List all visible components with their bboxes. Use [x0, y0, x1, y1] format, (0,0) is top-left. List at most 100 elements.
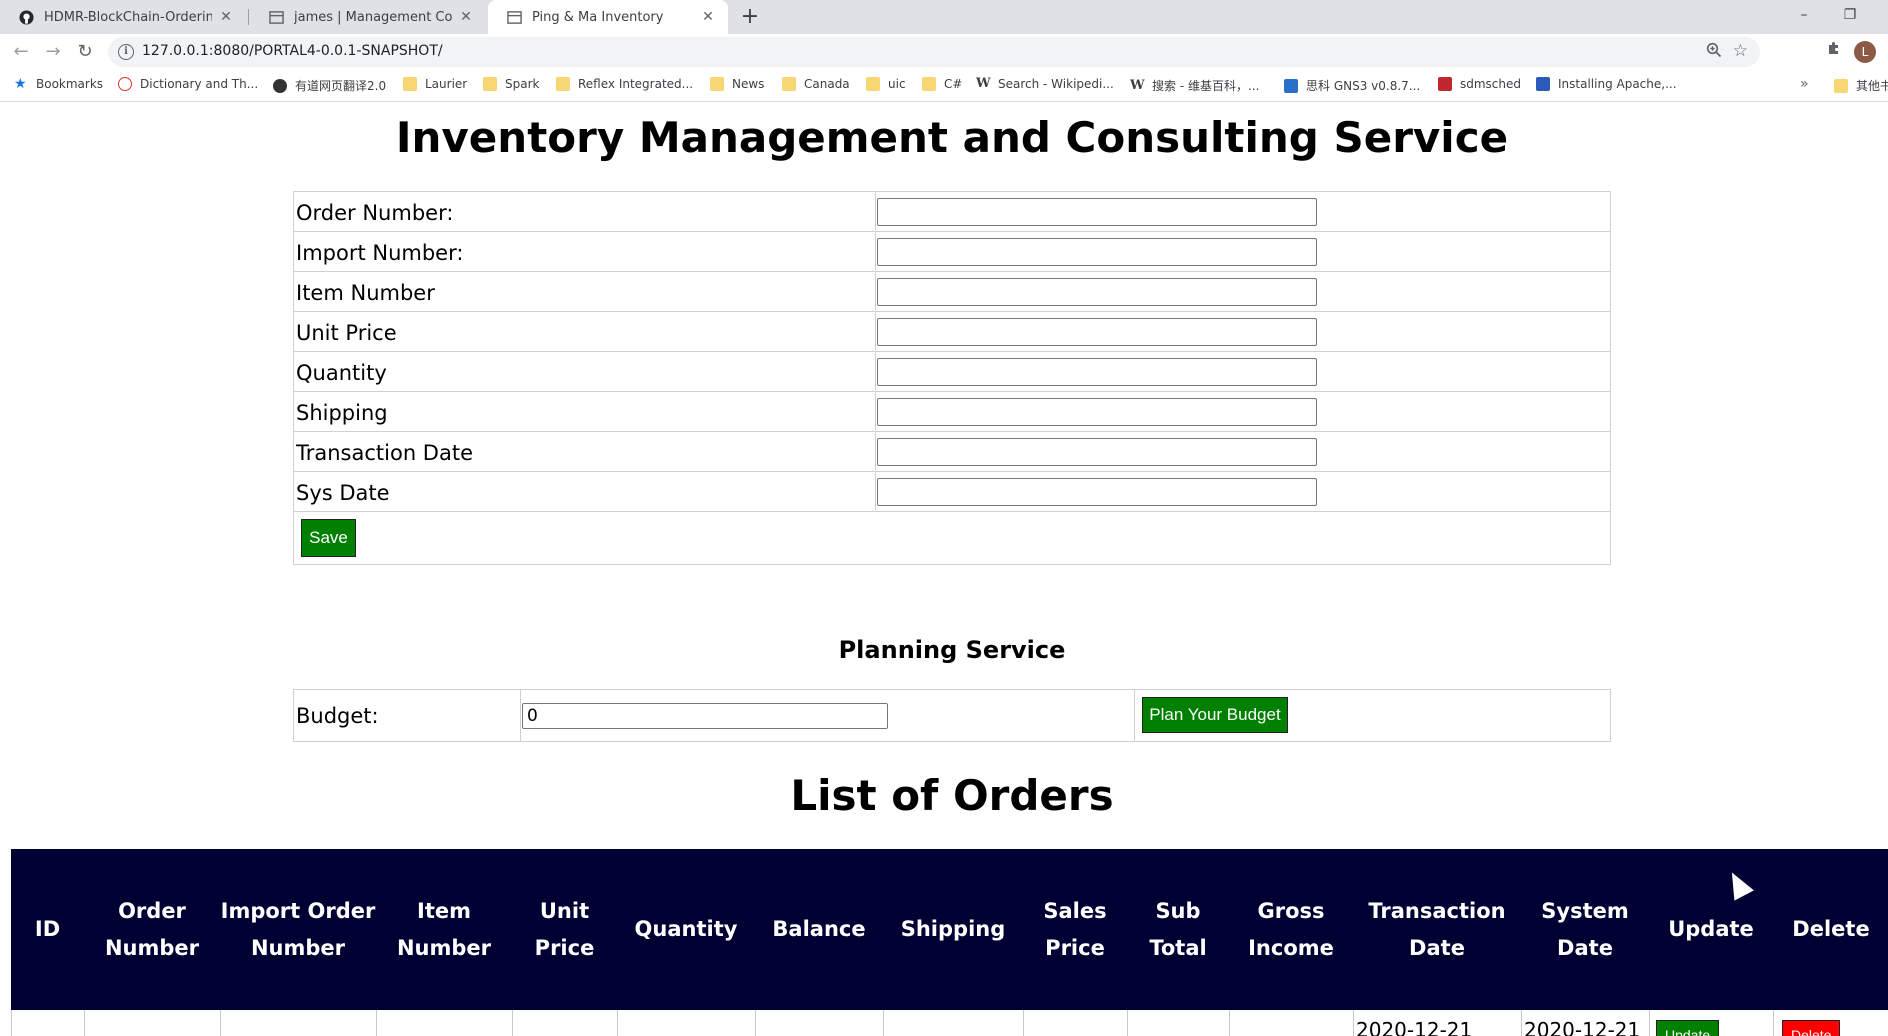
- bookmark-label: Search - Wikipedi...: [998, 77, 1114, 91]
- form-row-save: Save: [294, 512, 1610, 564]
- order-form: Order Number: Import Number: Item Number…: [293, 191, 1611, 565]
- zoom-icon[interactable]: [1706, 42, 1722, 62]
- bookmark-item[interactable]: 其他书: [1834, 77, 1888, 94]
- reload-icon[interactable]: ↻: [73, 40, 97, 64]
- column-header: Quantity: [634, 917, 738, 941]
- folder-icon: [866, 77, 880, 91]
- bookmark-star-icon[interactable]: ☆: [1733, 41, 1748, 61]
- forward-arrow-icon[interactable]: →: [41, 40, 65, 64]
- mw-icon: [118, 77, 132, 91]
- info-icon[interactable]: i: [118, 44, 134, 60]
- tab-inventory[interactable]: Ping & Ma Inventory ✕: [488, 0, 728, 34]
- folder-icon: [710, 77, 724, 91]
- wikipedia-icon: W: [976, 76, 991, 91]
- address-bar[interactable]: i 127.0.0.1:8080/PORTAL4-0.0.1-SNAPSHOT/…: [108, 37, 1760, 67]
- planning-title: Planning Service: [838, 636, 1066, 664]
- update-button[interactable]: Update: [1656, 1020, 1720, 1036]
- bookmark-item[interactable]: W 搜索 - 维基百科，...: [1130, 77, 1259, 94]
- bookmark-item[interactable]: Dictionary and Th...: [118, 77, 258, 91]
- transaction-date-input[interactable]: [877, 438, 1317, 466]
- order-number-input[interactable]: [877, 198, 1317, 226]
- url-text[interactable]: 127.0.0.1:8080/PORTAL4-0.0.1-SNAPSHOT/: [142, 43, 443, 59]
- shipping-input[interactable]: [877, 398, 1317, 426]
- form-row-sys-date: Sys Date: [294, 472, 1610, 512]
- bookmark-item[interactable]: Reflex Integrated...: [556, 77, 693, 91]
- form-row-shipping: Shipping: [294, 392, 1610, 432]
- github-icon: [18, 9, 34, 25]
- column-header: Shipping: [900, 917, 1006, 941]
- folder-icon: [922, 77, 936, 91]
- new-tab-button[interactable]: +: [736, 3, 764, 31]
- bookmark-label: 思科 GNS3 v0.8.7...: [1306, 79, 1421, 93]
- table-cell: [1023, 1010, 1127, 1036]
- quantity-input[interactable]: [877, 358, 1317, 386]
- restore-button[interactable]: ❐: [1828, 0, 1872, 30]
- page-content: Inventory Management and Consulting Serv…: [0, 103, 1888, 1036]
- profile-avatar[interactable]: L: [1854, 41, 1876, 63]
- form-row-item-number: Item Number: [294, 272, 1610, 312]
- bookmark-item[interactable]: ★ Bookmarks: [14, 77, 103, 91]
- save-button[interactable]: Save: [301, 519, 356, 557]
- bookmark-item[interactable]: C#: [922, 77, 962, 91]
- bookmark-label: Installing Apache,...: [1558, 77, 1677, 91]
- column-header: Sub Total: [1149, 898, 1207, 960]
- folder-icon: [782, 77, 796, 91]
- folder-icon: [483, 77, 497, 91]
- back-arrow-icon[interactable]: ←: [9, 40, 33, 64]
- bookmark-label: Laurier: [425, 77, 468, 91]
- tab-title: HDMR-BlockChain-Ordering/: [44, 9, 212, 25]
- bookmark-label: Canada: [804, 77, 850, 91]
- unit-price-input[interactable]: [877, 318, 1317, 346]
- extensions-puzzle-icon[interactable]: [1826, 40, 1842, 61]
- tab-strip: HDMR-BlockChain-Ordering/ ✕ james | Mana…: [0, 0, 1888, 34]
- bookmarks-overflow-icon[interactable]: »: [1800, 76, 1809, 92]
- bookmark-label: uic: [888, 77, 906, 91]
- close-tab-icon[interactable]: ✕: [458, 9, 474, 25]
- table-cell: [220, 1010, 376, 1036]
- bookmark-item[interactable]: Installing Apache,...: [1536, 77, 1677, 91]
- column-header: Sales Price: [1043, 898, 1107, 960]
- tab-title: Ping & Ma Inventory: [532, 9, 664, 25]
- plan-your-budget-button[interactable]: Plan Your Budget: [1142, 697, 1288, 733]
- bookmark-item[interactable]: 思科 GNS3 v0.8.7...: [1284, 77, 1420, 94]
- table-cell: [84, 1010, 220, 1036]
- globe-icon: [273, 78, 287, 93]
- column-header: Unit Price: [534, 898, 595, 960]
- folder-icon: [1834, 78, 1848, 93]
- delete-button[interactable]: Delete: [1782, 1020, 1841, 1036]
- tab-divider: [248, 9, 249, 25]
- bookmark-item[interactable]: Canada: [782, 77, 850, 91]
- delete-cell: Delete: [1773, 1010, 1888, 1036]
- form-row-transaction-date: Transaction Date: [294, 432, 1610, 472]
- table-cell: [1127, 1010, 1229, 1036]
- column-header: ID: [34, 917, 61, 941]
- column-header: Transaction Date: [1368, 898, 1506, 960]
- close-tab-icon[interactable]: ✕: [218, 9, 234, 25]
- sys-date-input[interactable]: [877, 478, 1317, 506]
- tab-github[interactable]: HDMR-BlockChain-Ordering/ ✕: [0, 0, 246, 34]
- console-icon: [268, 9, 284, 25]
- tab-management-console[interactable]: james | Management Console ✕: [250, 0, 486, 34]
- column-header: Order Number: [104, 898, 200, 960]
- bookmark-item[interactable]: 有道网页翻译2.0: [273, 77, 386, 94]
- bookmark-item[interactable]: uic: [866, 77, 906, 91]
- table-cell: [755, 1010, 883, 1036]
- bookmark-label: sdmsched: [1460, 77, 1522, 91]
- item-number-input[interactable]: [877, 278, 1317, 306]
- close-tab-icon[interactable]: ✕: [700, 9, 716, 25]
- column-header: Update: [1668, 917, 1754, 941]
- bookmark-item[interactable]: sdmsched: [1438, 77, 1521, 91]
- bookmark-item[interactable]: W Search - Wikipedi...: [976, 76, 1114, 92]
- bookmark-item[interactable]: News: [710, 77, 764, 91]
- bookmark-label: Bookmarks: [36, 77, 104, 91]
- minimize-button[interactable]: –: [1782, 0, 1826, 30]
- field-label: Sys Date: [296, 481, 390, 505]
- bookmark-item[interactable]: Laurier: [403, 77, 467, 91]
- star-icon: ★: [14, 76, 27, 92]
- bookmark-label: Spark: [505, 77, 540, 91]
- import-number-input[interactable]: [877, 238, 1317, 266]
- budget-input[interactable]: [522, 703, 888, 729]
- bookmark-label: News: [732, 77, 765, 91]
- bookmark-label: 有道网页翻译2.0: [295, 79, 387, 93]
- bookmark-item[interactable]: Spark: [483, 77, 539, 91]
